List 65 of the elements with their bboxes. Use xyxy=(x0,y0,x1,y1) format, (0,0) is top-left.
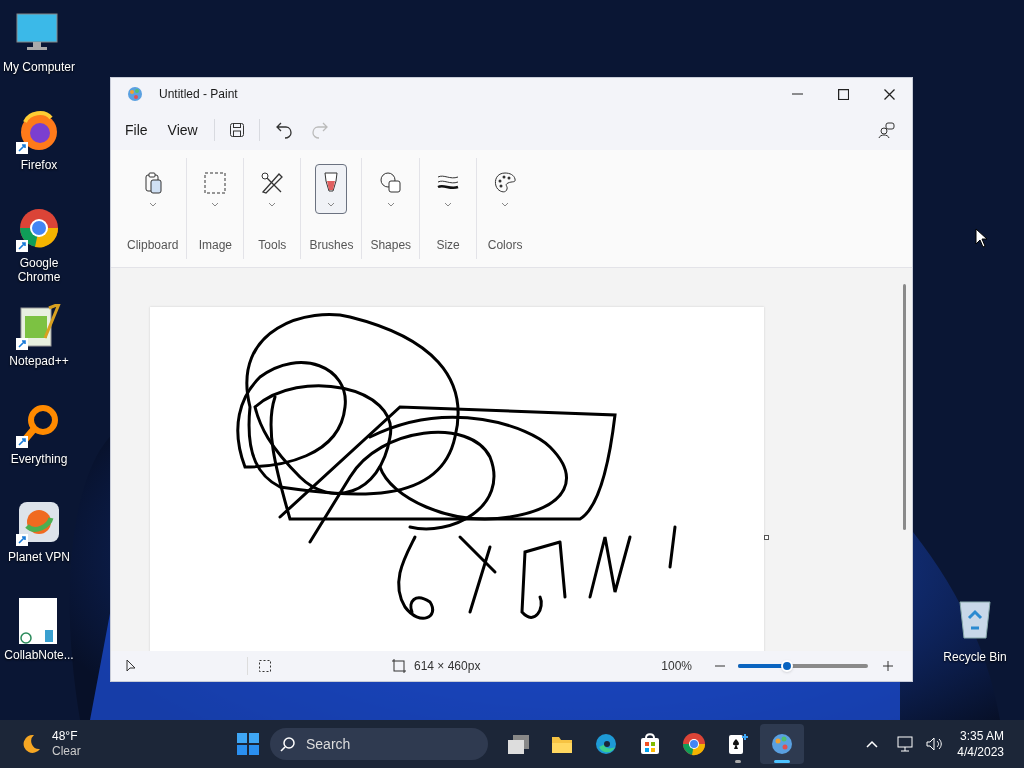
selection-icon xyxy=(258,659,272,673)
windows-logo-icon xyxy=(236,732,260,756)
person-chat-icon xyxy=(878,121,896,139)
canvas-size-icon xyxy=(392,659,406,673)
brushes-tool-button[interactable] xyxy=(315,164,348,214)
task-view-icon xyxy=(506,732,530,756)
undo-icon xyxy=(274,121,293,139)
search-field[interactable]: Search xyxy=(270,728,488,760)
ribbon-group-label: Size xyxy=(436,237,460,254)
scrollbar-thumb[interactable] xyxy=(903,284,906,530)
playing-cards-icon xyxy=(726,732,750,756)
chevron-down-icon xyxy=(210,201,221,209)
taskbar-app-button[interactable] xyxy=(760,724,804,764)
ribbon-group-label: Colors xyxy=(487,237,523,254)
chrome-icon xyxy=(682,732,706,756)
palette-icon xyxy=(127,86,143,102)
maximize-icon xyxy=(837,88,849,100)
palette-icon xyxy=(770,732,794,756)
ribbon-group-label: Clipboard xyxy=(127,237,179,254)
weather-temperature: 48°F xyxy=(52,729,79,744)
chevron-down-icon xyxy=(500,201,511,209)
pointer-icon xyxy=(125,659,137,673)
search-icon xyxy=(280,736,296,752)
window-title: Untitled - Paint xyxy=(159,86,238,103)
desktop-icon-label[interactable]: Google Chrome xyxy=(0,256,78,284)
desktop-icon-label[interactable]: Notepad++ xyxy=(9,354,69,368)
clock-date: 4/4/2023 xyxy=(957,744,1004,760)
store-icon xyxy=(638,732,662,756)
ribbon-group-label: Shapes xyxy=(370,237,412,254)
menu-item[interactable]: View xyxy=(157,115,208,145)
weather-condition: Clear xyxy=(52,744,81,759)
save-icon xyxy=(228,122,245,138)
zoom-percentage: 100% xyxy=(661,658,692,675)
menu-item[interactable]: File xyxy=(115,115,158,145)
redo-icon xyxy=(310,121,329,139)
ribbon-group-label: Tools xyxy=(258,237,287,254)
close-icon xyxy=(883,88,895,100)
pencil-cross-icon xyxy=(260,171,285,195)
chevron-down-icon xyxy=(147,201,158,209)
chevron-down-icon xyxy=(385,201,396,209)
volume-icon xyxy=(925,736,944,752)
drawing-canvas[interactable] xyxy=(150,307,764,651)
plus-icon xyxy=(882,660,894,672)
desktop-icon-label[interactable]: Recycle Bin xyxy=(943,648,1007,666)
minimize-icon xyxy=(791,93,803,95)
ribbon-group-label: Image xyxy=(198,237,233,254)
resize-handle[interactable] xyxy=(764,535,769,540)
desktop-icon-label[interactable]: Planet VPN xyxy=(7,550,70,564)
zoom-slider-thumb[interactable] xyxy=(781,660,794,672)
ribbon-group-label: Brushes xyxy=(309,237,354,254)
edge-icon xyxy=(594,732,618,756)
canvas-size-text: 614 × 460px xyxy=(414,658,481,675)
palette-icon xyxy=(493,171,518,195)
chevron-down-icon xyxy=(443,201,454,209)
shapes-icon xyxy=(378,171,403,195)
desktop-icon-label[interactable]: My Computer xyxy=(3,60,75,74)
network-icon xyxy=(897,736,916,752)
clock-time: 3:35 AM xyxy=(959,728,1004,744)
desktop-icon-label[interactable]: Everything xyxy=(10,452,68,466)
chevron-down-icon xyxy=(326,201,337,209)
chevron-down-icon xyxy=(267,201,278,209)
desktop-icon-label[interactable]: Firefox xyxy=(20,158,58,172)
desktop-icon-label[interactable]: CollabNote... xyxy=(4,648,74,662)
dashed-square-icon xyxy=(203,171,228,195)
mouse-pointer-icon xyxy=(975,228,987,248)
